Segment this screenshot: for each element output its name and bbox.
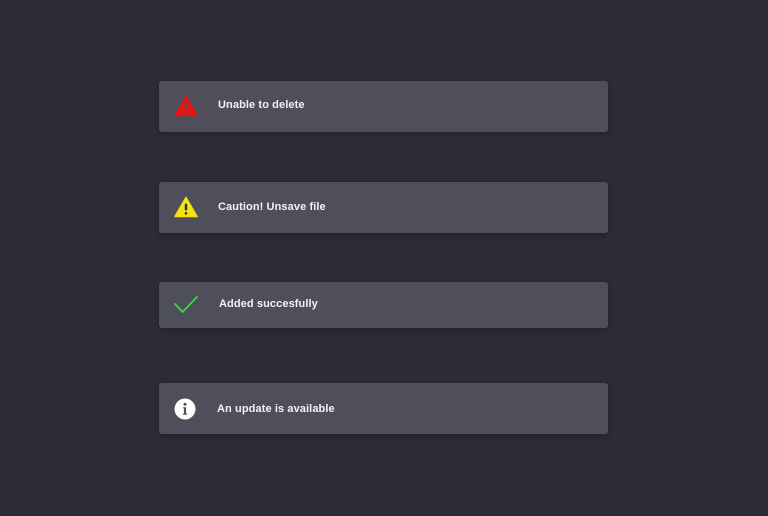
notification-info: An update is available: [159, 383, 608, 434]
checkmark-icon: [173, 294, 199, 316]
notification-success: Added succesfully: [159, 282, 608, 328]
notification-message: Added succesfully: [219, 298, 318, 310]
notification-message: Unable to delete: [218, 99, 305, 111]
notification-error: Unable to delete: [159, 81, 608, 132]
notification-message: An update is available: [217, 403, 335, 415]
notification-warning: Caution! Unsave file: [159, 182, 608, 233]
error-triangle-icon: [174, 95, 198, 117]
info-circle-icon: [174, 398, 196, 420]
warning-triangle-icon: [174, 196, 198, 218]
notification-message: Caution! Unsave file: [218, 201, 326, 213]
